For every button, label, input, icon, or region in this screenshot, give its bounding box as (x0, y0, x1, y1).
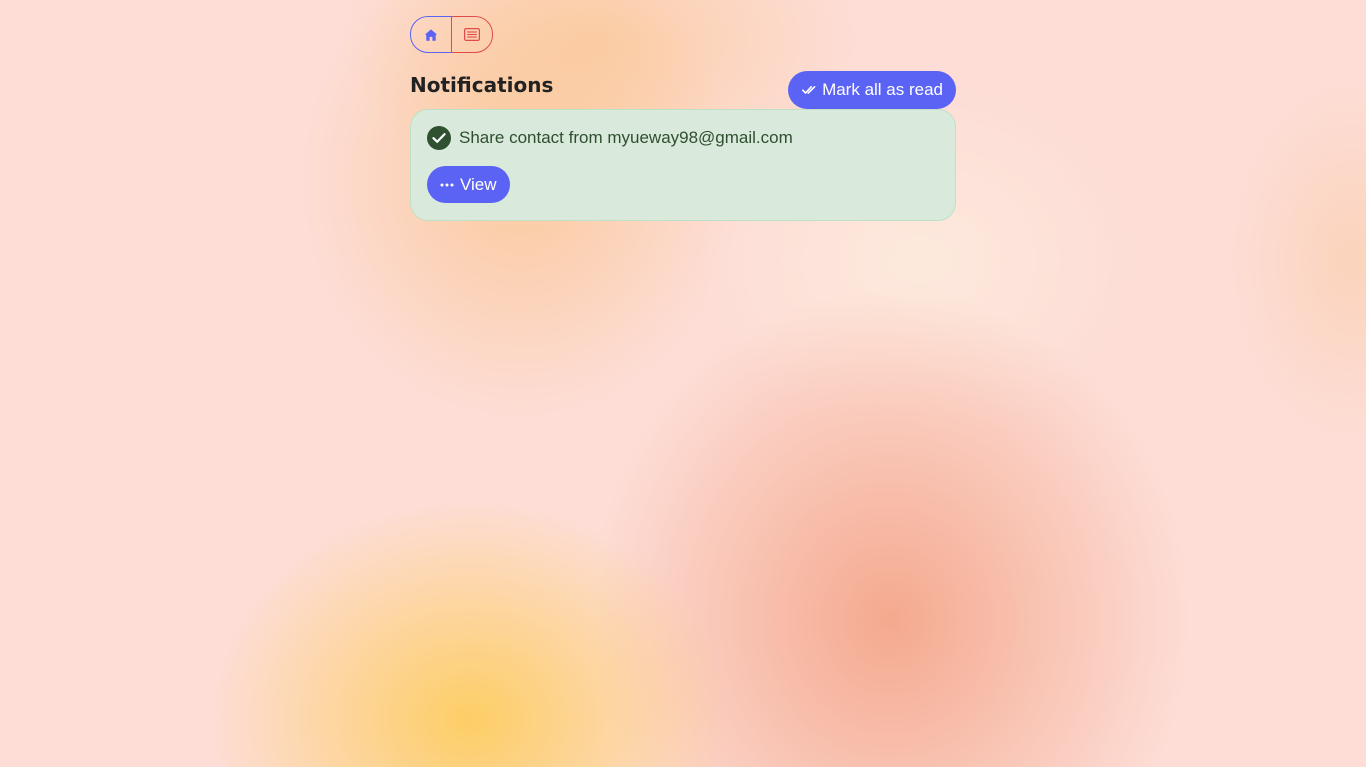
list-icon (464, 28, 480, 41)
notification-card: Share contact from myueway98@gmail.com V… (410, 109, 956, 221)
notifications-page: Notifications Mark all as read Share con… (410, 16, 956, 221)
notification-message: Share contact from myueway98@gmail.com (427, 126, 793, 150)
double-check-icon (802, 86, 816, 94)
notification-text: Share contact from myueway98@gmail.com (459, 128, 793, 147)
nav-button-group (410, 16, 956, 53)
check-circle-icon (427, 126, 451, 150)
more-horizontal-icon (440, 183, 454, 186)
list-button[interactable] (451, 16, 493, 53)
mark-all-as-read-button[interactable]: Mark all as read (788, 71, 956, 109)
page-title: Notifications (410, 73, 554, 97)
mark-all-as-read-label: Mark all as read (822, 80, 943, 99)
view-button[interactable]: View (427, 166, 510, 203)
view-label: View (460, 174, 497, 194)
home-icon (424, 28, 438, 41)
home-button[interactable] (410, 16, 452, 53)
